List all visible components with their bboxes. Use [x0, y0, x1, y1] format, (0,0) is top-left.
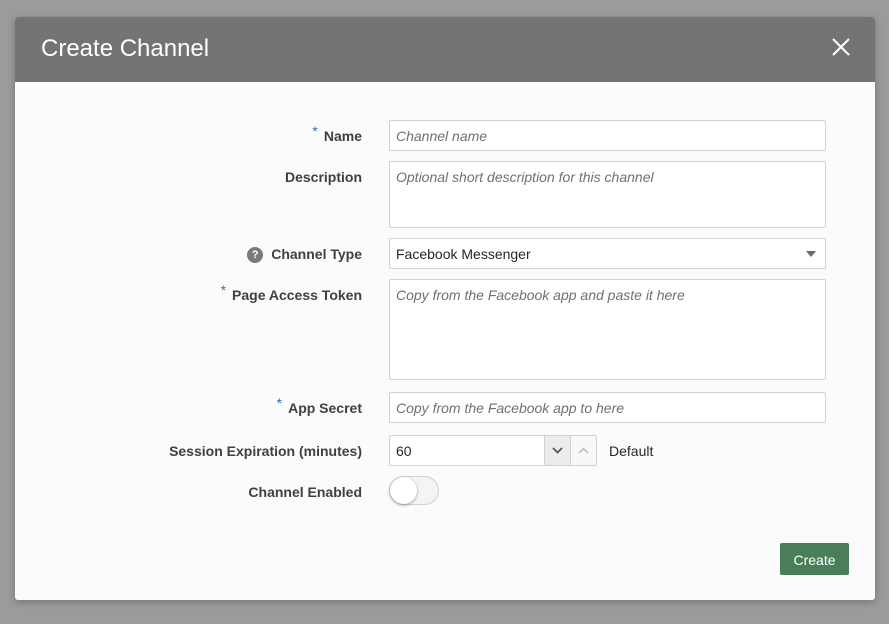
decrement-button[interactable]: [544, 435, 571, 466]
close-icon: [832, 38, 850, 56]
default-label: Default: [609, 443, 654, 459]
required-marker: *: [276, 395, 283, 411]
create-channel-dialog: Create Channel * Name Channel name Descri…: [15, 17, 875, 600]
page-access-token-label-text: Page Access Token: [232, 287, 362, 303]
description-label-row: Description: [15, 168, 362, 186]
page-access-token-label-row: * Page Access Token: [15, 282, 362, 304]
required-marker: *: [312, 123, 318, 139]
description-placeholder: Optional short description for this chan…: [396, 169, 654, 185]
help-icon[interactable]: ?: [247, 247, 264, 263]
toggle-knob: [390, 477, 417, 504]
page-access-token-label: * Page Access Token: [221, 282, 362, 304]
dialog-header: Create Channel: [15, 17, 875, 82]
session-expiration-field: 60: [389, 435, 599, 466]
channel-enabled-label: Channel Enabled: [248, 484, 362, 500]
name-placeholder: Channel name: [396, 128, 488, 144]
channel-type-label: ? Channel Type: [247, 245, 362, 264]
chevron-down-icon: [552, 447, 563, 454]
app-secret-placeholder: Copy from the Facebook app to here: [396, 400, 625, 416]
name-label: * Name: [312, 123, 362, 145]
page-access-token-textarea[interactable]: Copy from the Facebook app and paste it …: [389, 279, 826, 380]
session-expiration-label: Session Expiration (minutes): [169, 443, 362, 459]
app-secret-label: * App Secret: [277, 395, 362, 417]
close-button[interactable]: [827, 33, 855, 61]
session-expiration-label-row: Session Expiration (minutes): [15, 442, 362, 460]
name-label-row: * Name: [15, 123, 362, 145]
channel-type-label-row: ? Channel Type: [15, 245, 362, 263]
channel-type-value: Facebook Messenger: [396, 246, 531, 262]
channel-enabled-label-row: Channel Enabled: [15, 483, 362, 501]
create-button[interactable]: Create: [780, 543, 849, 575]
app-secret-label-text: App Secret: [288, 400, 362, 416]
chevron-down-icon: [806, 251, 816, 257]
required-marker: *: [220, 282, 227, 298]
chevron-up-icon: [578, 447, 589, 454]
dialog-title: Create Channel: [41, 35, 210, 62]
description-textarea[interactable]: Optional short description for this chan…: [389, 161, 826, 228]
session-expiration-input[interactable]: 60: [389, 435, 545, 466]
name-label-text: Name: [323, 128, 362, 144]
name-input[interactable]: Channel name: [389, 120, 826, 151]
channel-enabled-toggle[interactable]: [389, 476, 439, 505]
increment-button[interactable]: [570, 435, 597, 466]
channel-type-label-text: Channel Type: [271, 246, 362, 262]
app-secret-label-row: * App Secret: [15, 395, 362, 417]
app-secret-input[interactable]: Copy from the Facebook app to here: [389, 392, 826, 423]
description-label: Description: [284, 169, 362, 185]
session-expiration-value: 60: [396, 443, 412, 459]
channel-type-select[interactable]: Facebook Messenger: [389, 238, 826, 269]
page-access-token-placeholder: Copy from the Facebook app and paste it …: [396, 287, 685, 303]
